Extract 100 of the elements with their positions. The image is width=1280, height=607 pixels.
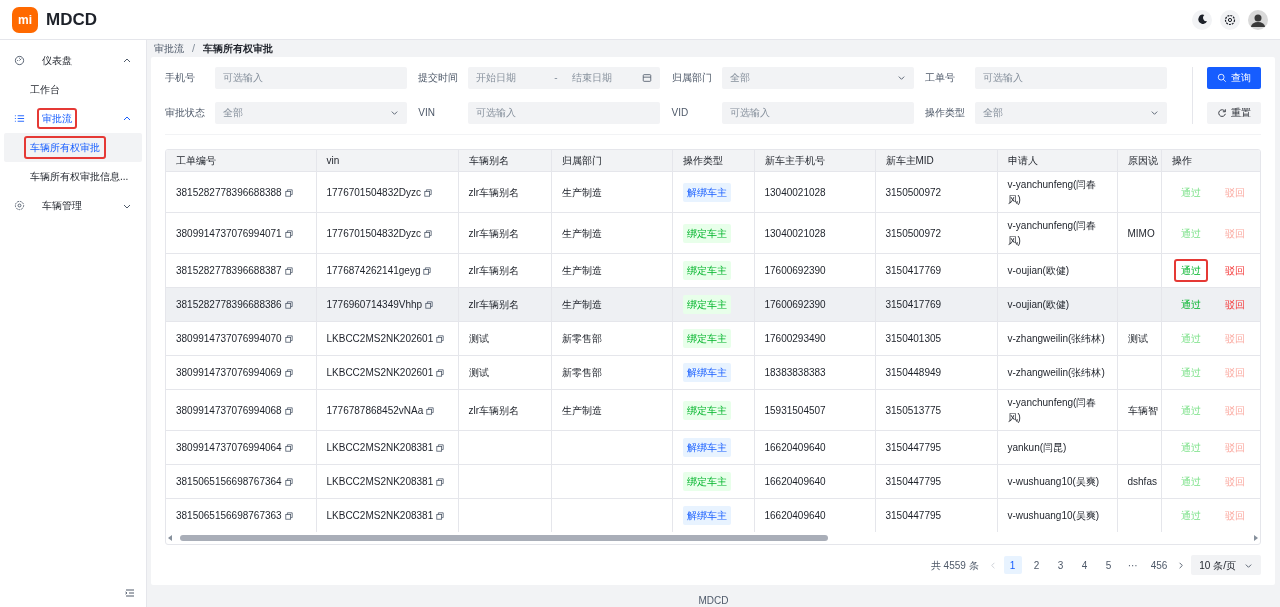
- column-header: 归属部门: [551, 149, 672, 172]
- table-cell: 3150417769: [885, 265, 942, 276]
- table-cell: 16620409640: [764, 510, 826, 521]
- input-field[interactable]: 可选输入: [215, 66, 407, 89]
- copy-icon[interactable]: [284, 301, 293, 310]
- page-size-select[interactable]: 10 条/页: [1191, 555, 1261, 575]
- table-cell: 生产制造: [561, 299, 602, 310]
- avatar[interactable]: [1248, 9, 1268, 30]
- filter-label: VID: [671, 106, 690, 120]
- input-field[interactable]: 可选输入: [468, 101, 661, 124]
- table-cell: 13040021028: [764, 186, 826, 198]
- select-field[interactable]: 全部: [974, 101, 1167, 124]
- table-cell: 3150447795: [885, 442, 942, 453]
- operation-type-tag: 绑定车主: [682, 472, 731, 491]
- table-cell: zlr车辆别名: [468, 265, 520, 276]
- operation-type-tag: 绑定车主: [682, 329, 731, 348]
- menu-label: 车辆管理: [41, 199, 83, 213]
- table-cell: zlr车辆别名: [468, 186, 520, 198]
- sidebar-item[interactable]: 车辆所有权审批信息...: [4, 162, 142, 191]
- approve-button[interactable]: 通过: [1173, 259, 1208, 282]
- page-button[interactable]: 2: [1027, 556, 1046, 574]
- work-order-id: 3815282778396688388: [176, 186, 282, 198]
- dashboard-icon: [14, 55, 25, 66]
- previous-page-icon: [988, 560, 998, 570]
- table-cell: 车辆智: [1127, 404, 1158, 416]
- chevron-down-icon: [896, 73, 906, 82]
- operation-type-tag: 绑定车主: [682, 400, 731, 420]
- table-cell: 新零售部: [561, 367, 602, 378]
- page-button[interactable]: 456: [1147, 556, 1171, 574]
- sidebar-group[interactable]: 车辆管理: [0, 191, 146, 220]
- footer-text: MDCD: [697, 594, 730, 607]
- work-order-id: 3809914737076994069: [176, 367, 282, 378]
- calendar-icon: [642, 72, 653, 83]
- table-cell: v-zhangweilin(张纬林): [1007, 333, 1105, 344]
- table-cell: 3150513775: [885, 404, 942, 416]
- column-header: 工单编号: [166, 149, 316, 172]
- table-cell: v-oujian(欧健): [1007, 265, 1070, 276]
- vin-text: 1776701504832Dyzc: [326, 186, 422, 198]
- theme-toggle-button[interactable]: [1192, 9, 1212, 30]
- select-field[interactable]: 全部: [721, 66, 914, 89]
- vin-text: 1776960714349Vhhp: [326, 299, 423, 310]
- table-cell: 3150448949: [885, 367, 942, 378]
- vin-text: LKBCC2MS2NK202601: [326, 367, 434, 378]
- sidebar-group[interactable]: 审批流: [0, 104, 146, 133]
- work-order-id: 3809914737076994071: [176, 227, 282, 239]
- work-order-id: 3815065156698767363: [176, 510, 282, 521]
- filter-label: 手机号: [165, 71, 196, 85]
- copy-icon[interactable]: [423, 267, 432, 276]
- list-icon: [14, 113, 25, 124]
- work-order-id: 3809914737076994064: [176, 442, 282, 453]
- table-cell: v-oujian(欧健): [1007, 299, 1070, 310]
- date-range-field[interactable]: 开始日期 - 结束日期: [468, 66, 661, 89]
- menu-label: 仪表盘: [41, 54, 73, 68]
- page-button[interactable]: 5: [1099, 556, 1118, 574]
- page-button[interactable]: ···: [1123, 556, 1142, 574]
- total-count: 共 4559 条: [930, 558, 979, 573]
- page-button[interactable]: 1: [1003, 556, 1022, 574]
- table-cell: dshfas: [1127, 476, 1157, 487]
- copy-icon[interactable]: [284, 267, 293, 276]
- logo: mi: [12, 6, 38, 33]
- work-order-id: 3809914737076994068: [176, 404, 282, 416]
- sidebar-item[interactable]: 车辆所有权审批: [4, 133, 142, 162]
- sidebar-group[interactable]: 仪表盘: [0, 46, 146, 75]
- input-field[interactable]: 可选输入: [721, 101, 914, 124]
- filter-label: 审批状态: [165, 106, 206, 120]
- page-button[interactable]: 4: [1075, 556, 1094, 574]
- table-cell: 13040021028: [764, 227, 826, 239]
- column-header: 申请人: [997, 149, 1117, 172]
- filter-label: VIN: [418, 106, 436, 120]
- table-cell: 新零售部: [561, 333, 602, 344]
- breadcrumb-item[interactable]: 审批流: [154, 40, 184, 56]
- page-button[interactable]: 3: [1051, 556, 1070, 574]
- copy-icon[interactable]: [425, 301, 434, 310]
- sidebar-item[interactable]: 工作台: [4, 75, 142, 104]
- column-header: 新车主MID: [875, 149, 997, 172]
- table-cell: v-wushuang10(吴爽): [1007, 476, 1100, 487]
- vin-text: 1776874262141geyg: [326, 265, 421, 276]
- chevron-down-icon: [1149, 108, 1159, 117]
- reset-button[interactable]: 重置: [1207, 101, 1261, 124]
- vin-text: LKBCC2MS2NK208381: [326, 510, 434, 521]
- table-cell: 3150447795: [885, 510, 942, 521]
- select-field[interactable]: 全部: [215, 101, 407, 124]
- input-field[interactable]: 可选输入: [974, 66, 1167, 89]
- table-cell: 生产制造: [561, 186, 602, 198]
- operation-type-tag: 绑定车主: [682, 295, 731, 314]
- table-cell: v-yanchunfeng(闫春风): [1007, 179, 1097, 205]
- approve-button[interactable]: 通过: [1173, 293, 1208, 316]
- table-cell: yankun(闫昆): [1007, 442, 1067, 453]
- table-cell: 3150447795: [885, 476, 942, 487]
- search-button[interactable]: 查询: [1207, 66, 1261, 89]
- settings-button[interactable]: [1220, 9, 1240, 30]
- vin-text: LKBCC2MS2NK208381: [326, 476, 434, 487]
- column-header: 原因说: [1117, 149, 1161, 172]
- reject-button[interactable]: 驳回: [1217, 293, 1252, 316]
- filter-label: 归属部门: [671, 71, 713, 85]
- menu-label: 审批流: [37, 108, 77, 129]
- table-cell: 18383838383: [764, 367, 826, 378]
- reject-button[interactable]: 驳回: [1217, 259, 1252, 282]
- filter-label: 工单号: [924, 71, 956, 85]
- work-order-id: 3815065156698767364: [176, 476, 282, 487]
